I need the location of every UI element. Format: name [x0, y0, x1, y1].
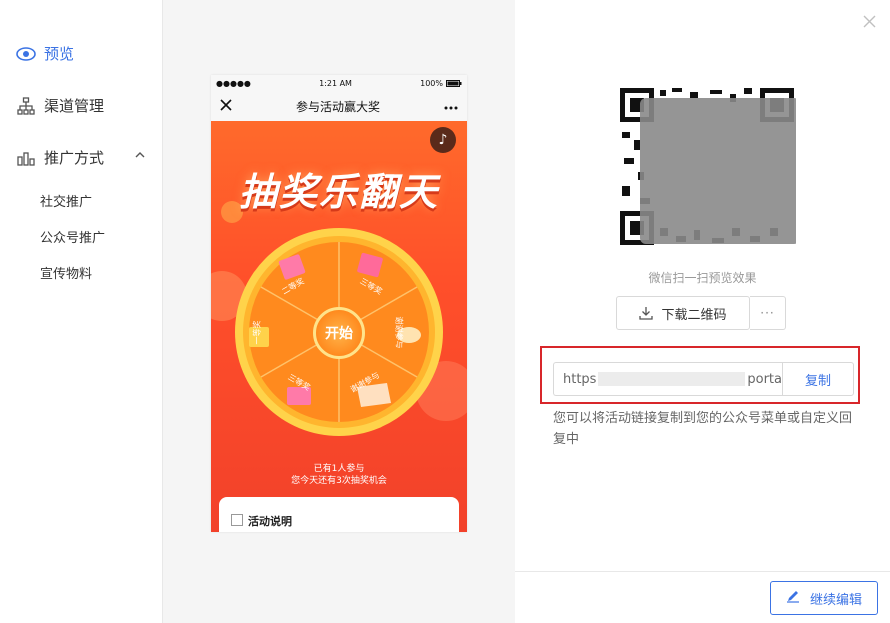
- link-redacted: [598, 372, 746, 386]
- pencil-icon: [786, 589, 800, 607]
- sidebar-subitem-social[interactable]: 社交推广: [40, 191, 92, 210]
- org-chart-icon: [16, 96, 36, 116]
- phone-page-title: 参与活动赢大奖: [295, 99, 380, 114]
- qr-code: [620, 88, 800, 245]
- copy-button[interactable]: 复制: [782, 362, 854, 396]
- continue-edit-button[interactable]: 继续编辑: [770, 581, 878, 615]
- eye-icon: [16, 44, 36, 64]
- wheel-label: 一等奖: [252, 320, 262, 345]
- prize-wheel: 二等奖 三等奖 谢谢参与 谢谢参与 一等奖 三等奖 开始: [219, 227, 459, 437]
- lottery-title: 抽奖乐翻天: [238, 170, 439, 214]
- sidebar-item-promotion[interactable]: 推广方式: [16, 147, 104, 168]
- sidebar-item-preview[interactable]: 预览: [16, 43, 74, 64]
- chances-text: 您今天还有3次抽奖机会: [291, 476, 387, 486]
- download-icon: [639, 306, 654, 320]
- sidebar-subitem-materials[interactable]: 宣传物料: [40, 263, 92, 282]
- sidebar-subitem-official-account[interactable]: 公众号推广: [40, 227, 105, 246]
- link-prefix: https: [563, 371, 597, 387]
- wheel-label: 谢谢参与: [394, 316, 404, 349]
- link-suffix: porta: [747, 371, 782, 387]
- battery-icon: [445, 79, 462, 87]
- phone-title-bar: 参与活动赢大奖: [211, 91, 467, 121]
- music-icon[interactable]: ♪: [430, 127, 456, 153]
- battery-status: 100%: [420, 79, 462, 88]
- battery-percent: 100%: [420, 78, 443, 88]
- card-title: 活动说明: [248, 515, 292, 528]
- sidebar-item-label: 预览: [44, 45, 75, 63]
- phone-status-bar: ●●●●● 1:21 AM 100%: [211, 75, 467, 91]
- signal-dots: ●●●●●: [216, 78, 251, 88]
- footer-divider: [515, 571, 890, 572]
- download-qr-button[interactable]: 下载二维码: [616, 296, 750, 330]
- bar-chart-icon: [16, 148, 36, 168]
- activity-description-card: 活动说明: [219, 497, 459, 532]
- sidebar-item-channel[interactable]: 渠道管理: [16, 95, 104, 116]
- qr-caption: 微信扫一扫预览效果: [648, 271, 757, 285]
- more-options-button[interactable]: ···: [750, 296, 786, 330]
- sidebar-item-label: 渠道管理: [44, 97, 105, 115]
- chevron-up-icon[interactable]: [135, 150, 145, 161]
- sidebar: 预览 渠道管理 推广方式 社交推广 公众号推广 宣传物料: [0, 0, 163, 623]
- status-time: 1:21 AM: [319, 78, 352, 88]
- download-label: 下载二维码: [661, 307, 727, 323]
- copy-hint-text: 您可以将活动链接复制到您的公众号菜单或自定义回复中: [553, 411, 853, 447]
- lottery-hero: ♪ 抽奖乐翻天 二等奖 三等奖 谢谢参与 谢谢参与 一等奖 三等奖 开始 已有1…: [211, 121, 467, 532]
- activity-link-field[interactable]: https porta: [553, 362, 782, 396]
- share-panel: 微信扫一扫预览效果 下载二维码 ··· https porta 复制 您可以将活…: [515, 0, 890, 623]
- phone-mockup: ●●●●● 1:21 AM 100% 参与活动赢大奖 ♪ 抽奖乐翻天 二等奖 三…: [211, 75, 467, 532]
- sidebar-item-label: 推广方式: [44, 149, 105, 167]
- close-icon[interactable]: [863, 12, 876, 33]
- start-button[interactable]: 开始: [313, 307, 365, 359]
- edit-label: 继续编辑: [809, 592, 862, 608]
- preview-area: ●●●●● 1:21 AM 100% 参与活动赢大奖 ♪ 抽奖乐翻天 二等奖 三…: [163, 0, 515, 623]
- close-icon[interactable]: [220, 98, 232, 114]
- more-icon[interactable]: [444, 99, 458, 113]
- document-icon: [231, 514, 243, 526]
